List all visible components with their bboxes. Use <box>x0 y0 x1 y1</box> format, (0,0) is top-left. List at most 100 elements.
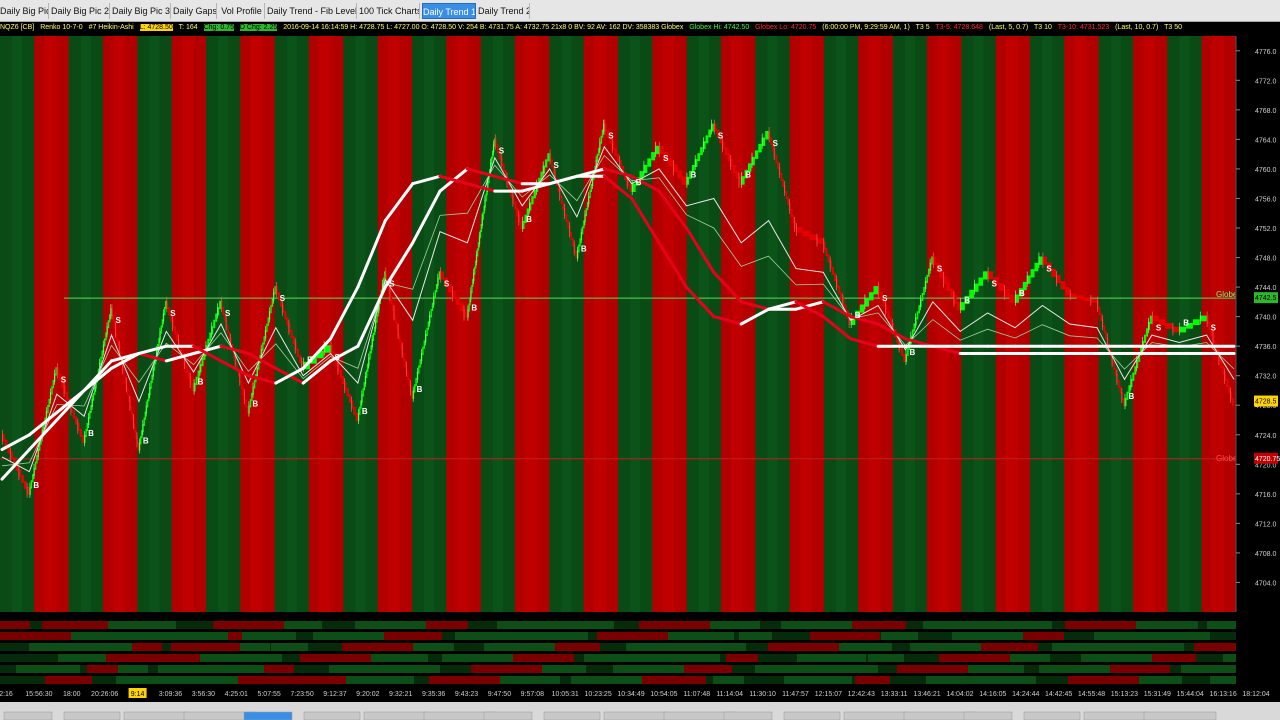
renko-brick <box>219 300 222 310</box>
renko-brick <box>1232 397 1234 407</box>
renko-brick <box>796 227 803 233</box>
renko-brick <box>681 176 687 185</box>
sell-signal: S <box>992 279 998 288</box>
renko-brick <box>1151 315 1159 322</box>
indicator-segment <box>413 643 454 651</box>
renko-brick <box>418 365 420 374</box>
regime-band-highlight <box>973 36 984 612</box>
indicator-segment <box>1139 676 1182 684</box>
indicator-segment <box>542 665 586 673</box>
sheet-tab[interactable] <box>243 711 293 720</box>
indicator-segment <box>713 676 744 684</box>
renko-brick <box>677 170 682 179</box>
renko-brick <box>94 386 96 395</box>
sheet-tab[interactable] <box>363 711 429 720</box>
renko-brick <box>427 321 430 330</box>
regime-band-highlight <box>149 36 160 612</box>
renko-brick <box>267 317 269 326</box>
renko-brick <box>36 455 38 464</box>
renko-brick <box>1051 268 1057 277</box>
indicator-segment <box>358 676 414 684</box>
renko-brick <box>21 475 24 483</box>
renko-brick <box>240 380 243 389</box>
renko-brick <box>438 271 441 280</box>
renko-brick <box>1165 323 1173 329</box>
renko-brick <box>816 238 824 244</box>
renko-brick <box>585 208 587 217</box>
renko-brick <box>946 282 950 291</box>
y-tick-label: 4760.0 <box>1255 167 1277 174</box>
indicator-segment <box>739 632 772 640</box>
price-chart[interactable]: Globex HiGlobex LoBSBSBSBSBSB SBSBSBSBSBS… <box>0 0 1280 720</box>
buy-signal: B <box>526 215 532 224</box>
renko-brick <box>1114 367 1117 376</box>
x-tick-label: 14:04:02 <box>946 691 973 698</box>
renko-brick <box>296 348 299 357</box>
indicator-segment <box>0 632 82 640</box>
sheet-tab[interactable] <box>1083 711 1149 720</box>
renko-brick <box>151 374 153 383</box>
indicator-segment <box>45 676 92 684</box>
sheet-tab[interactable] <box>123 711 189 720</box>
sheet-tab[interactable] <box>1023 711 1081 720</box>
renko-brick <box>435 283 438 293</box>
renko-brick <box>85 429 87 438</box>
renko-brick <box>928 268 930 277</box>
indicator-segment <box>839 643 892 651</box>
renko-brick <box>266 323 268 332</box>
renko-brick <box>724 147 728 156</box>
renko-brick <box>802 230 810 237</box>
indicator-segment <box>500 676 560 684</box>
renko-brick <box>629 184 632 192</box>
indicator-segment <box>1194 643 1236 651</box>
sheet-tab[interactable] <box>63 711 121 720</box>
x-tick-label: 14:42:45 <box>1045 691 1072 698</box>
renko-brick <box>918 305 920 314</box>
x-tick-label: 9:35:36 <box>422 691 445 698</box>
renko-brick <box>700 147 703 156</box>
buy-signal: B <box>33 481 39 490</box>
sheet-tab[interactable] <box>543 711 601 720</box>
indicator-segment <box>371 654 428 662</box>
sheet-tab[interactable] <box>3 711 53 720</box>
renko-brick <box>567 220 569 229</box>
renko-brick <box>916 311 919 320</box>
sheet-tab[interactable] <box>783 711 841 720</box>
sheet-tab[interactable] <box>1143 711 1217 720</box>
renko-brick <box>831 266 834 275</box>
sheet-tab[interactable] <box>483 711 533 720</box>
renko-brick <box>124 375 126 384</box>
sheet-tab[interactable] <box>303 711 361 720</box>
renko-brick <box>137 442 140 451</box>
renko-brick <box>209 332 212 341</box>
sheet-tab[interactable] <box>843 711 909 720</box>
indicator-segment <box>1094 632 1172 640</box>
sheet-tab[interactable] <box>723 711 773 720</box>
sheet-tab[interactable] <box>963 711 1013 720</box>
renko-brick <box>586 202 589 211</box>
renko-brick <box>950 288 954 298</box>
renko-brick <box>900 347 904 356</box>
indicator-segment <box>655 654 720 662</box>
indicator-segment <box>881 632 918 640</box>
y-tick-label: 4764.0 <box>1255 137 1277 144</box>
renko-brick <box>72 410 75 419</box>
renko-brick <box>1199 315 1207 322</box>
renko-brick <box>551 159 553 168</box>
renko-brick <box>346 388 349 397</box>
renko-brick <box>581 226 584 235</box>
renko-brick <box>1149 315 1152 324</box>
renko-brick <box>1090 299 1098 303</box>
renko-brick <box>392 302 394 311</box>
indicator-segment <box>994 621 1052 629</box>
renko-brick <box>201 357 204 367</box>
renko-brick <box>242 387 244 396</box>
sell-signal: S <box>608 132 614 141</box>
indicator-segment <box>926 676 998 684</box>
indicator-segment <box>87 665 118 673</box>
renko-brick <box>355 412 358 421</box>
sell-signal: S <box>663 154 669 163</box>
sheet-tab[interactable] <box>603 711 669 720</box>
renko-brick <box>840 291 843 300</box>
sell-signal: S <box>1046 265 1052 274</box>
